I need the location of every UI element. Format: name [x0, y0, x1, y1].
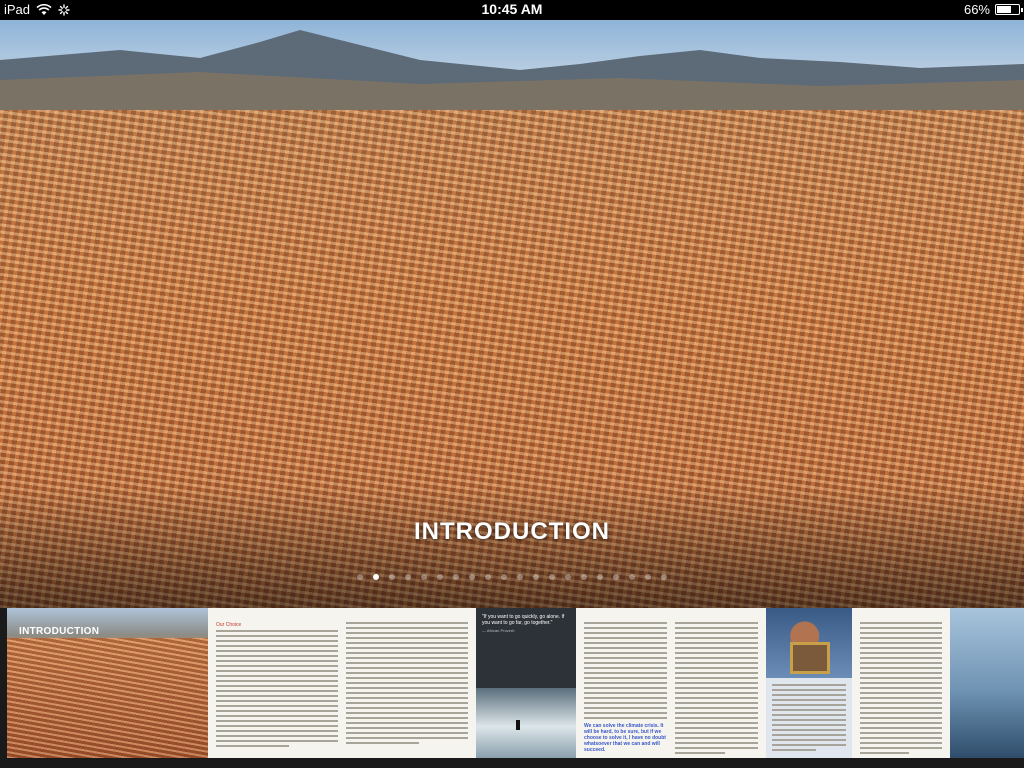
status-time: 10:45 AM	[481, 1, 543, 17]
chapter-title: INTRODUCTION	[414, 518, 610, 545]
status-right: 66%	[963, 2, 1023, 17]
bottom-shade	[0, 488, 1024, 608]
text-columns: Our Choice	[216, 622, 468, 754]
page-dot[interactable]	[421, 574, 427, 580]
page-dot[interactable]	[437, 574, 443, 580]
thumbnail-introduction[interactable]: INTRODUCTION	[7, 608, 208, 758]
thumbnail-photo	[7, 638, 208, 758]
page-dot[interactable]	[581, 574, 587, 580]
thumbnail-photo-page[interactable]	[950, 608, 1024, 758]
page-dot[interactable]	[389, 574, 395, 580]
thumbnail-text-page[interactable]	[852, 608, 950, 758]
section-heading: Our Choice	[216, 622, 242, 628]
quote-attribution: — African Proverb	[482, 628, 515, 633]
page-dot[interactable]	[645, 574, 651, 580]
thumbnail-text-page[interactable]: Our Choice	[208, 608, 476, 758]
status-bar: iPad 10:45 AM 66%	[0, 0, 1024, 20]
quote-text: "If you want to go quickly, go alone. If…	[482, 614, 565, 626]
page-dot[interactable]	[405, 574, 411, 580]
page-indicator[interactable]	[0, 574, 1024, 580]
page-dot[interactable]	[661, 574, 667, 580]
text-columns: We can solve the climate crisis. It will…	[584, 622, 758, 754]
surfer-figure	[516, 720, 520, 730]
page-dot[interactable]	[533, 574, 539, 580]
text-column	[346, 622, 468, 754]
text-column: Our Choice	[216, 622, 338, 754]
page-dot-active[interactable]	[373, 574, 379, 580]
page-dot[interactable]	[517, 574, 523, 580]
thumbnail-text-page[interactable]: We can solve the climate crisis. It will…	[576, 608, 766, 758]
page-dot[interactable]	[357, 574, 363, 580]
text-column: We can solve the climate crisis. It will…	[584, 622, 667, 754]
battery-fill	[997, 6, 1011, 13]
page-dot[interactable]	[613, 574, 619, 580]
picture-frame	[790, 642, 830, 674]
page-dot[interactable]	[597, 574, 603, 580]
page-dot[interactable]	[453, 574, 459, 580]
thumbnail-quote-page[interactable]: "If you want to go quickly, go alone. If…	[476, 608, 576, 758]
page-dot[interactable]	[501, 574, 507, 580]
page-dot[interactable]	[629, 574, 635, 580]
page-thumbnail-strip[interactable]: INTRODUCTION Our Choice "If you want to …	[0, 608, 1024, 768]
thumbnail-label: INTRODUCTION	[19, 626, 100, 637]
thumbnail-portrait-page[interactable]	[766, 608, 852, 758]
page-dot[interactable]	[549, 574, 555, 580]
page-dot[interactable]	[565, 574, 571, 580]
page-dot[interactable]	[485, 574, 491, 580]
callout-text: We can solve the climate crisis. It will…	[584, 723, 666, 753]
text-column	[772, 684, 846, 754]
text-column	[675, 622, 758, 754]
page-dot[interactable]	[469, 574, 475, 580]
text-column	[860, 622, 942, 757]
wave-photo	[476, 688, 576, 758]
battery-icon	[995, 4, 1023, 15]
battery-percent: 66%	[963, 2, 990, 17]
